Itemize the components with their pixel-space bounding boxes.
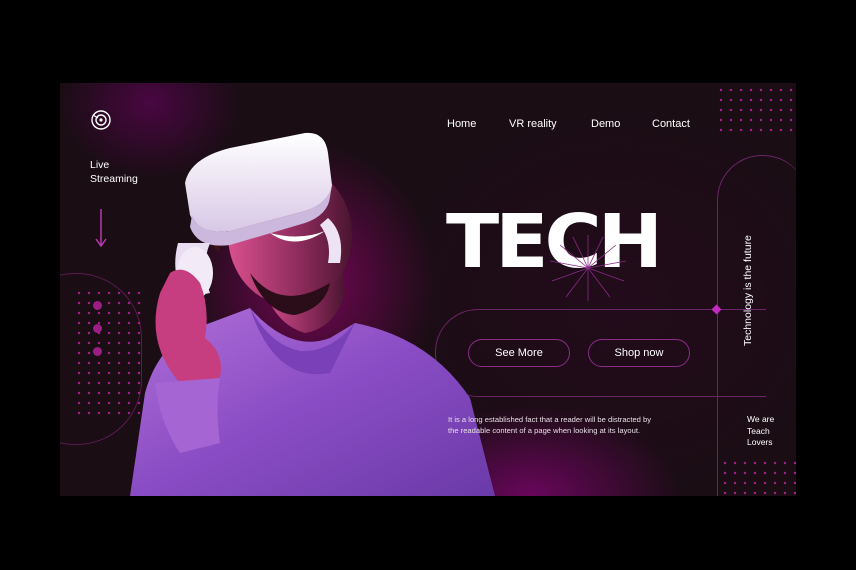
dot-grid-top-right (716, 85, 796, 135)
we-are-line1: We are (747, 414, 775, 424)
nav-contact[interactable]: Contact (652, 118, 690, 130)
live-streaming-label[interactable]: Live Streaming (90, 158, 138, 186)
nav-vr-reality[interactable]: VR reality (509, 118, 557, 130)
logo-icon[interactable] (90, 109, 112, 131)
we-are-line3: Lovers (747, 437, 773, 447)
description-line1: It is a long established fact that a rea… (448, 415, 652, 424)
hero-description: It is a long established fact that a rea… (448, 414, 693, 436)
hero-image-person-vr (100, 123, 520, 496)
instagram-icon[interactable] (93, 324, 102, 333)
starburst-decoration (549, 235, 627, 301)
facebook-icon[interactable] (93, 301, 102, 310)
live-label-line1: Live (90, 159, 110, 171)
shop-now-button[interactable]: Shop now (588, 339, 690, 367)
twitter-icon[interactable] (93, 347, 102, 356)
tagline-text: Technology is the future (742, 235, 754, 346)
arrow-down-icon (95, 209, 107, 248)
we-are-teach-lovers: We are Teach Lovers (747, 414, 774, 449)
description-line2: the readable content of a page when look… (448, 426, 641, 435)
we-are-line2: Teach (747, 425, 770, 436)
live-label-line2: Streaming (90, 173, 138, 185)
see-more-button[interactable]: See More (468, 339, 570, 367)
nav-home[interactable]: Home (447, 118, 476, 130)
nav-demo[interactable]: Demo (591, 118, 620, 130)
landing-page: Home VR reality Demo Contact Live Stream… (60, 83, 796, 496)
